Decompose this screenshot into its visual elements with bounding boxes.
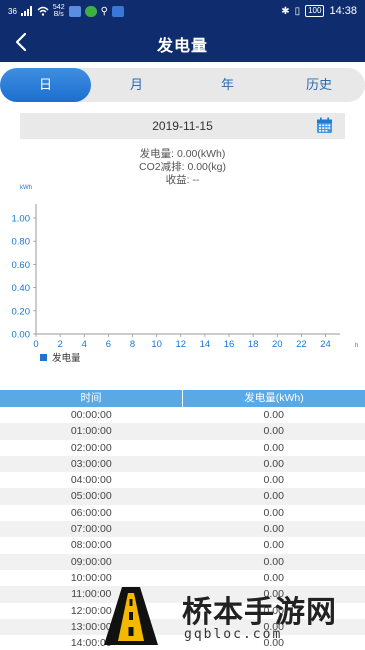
cell-time: 05:00:00: [70, 490, 112, 503]
table-row: 10:00:00 0.00: [0, 569, 365, 587]
signal-icon: [20, 6, 32, 16]
app-notification-icon: [68, 5, 81, 17]
x-tick-label: 24: [320, 339, 331, 350]
cell-power: 0.00: [263, 490, 284, 503]
tab-history[interactable]: 历史: [273, 68, 365, 102]
date-value: 2019-11-15: [152, 119, 213, 133]
table-row: 09:00:00 0.00: [0, 553, 365, 570]
header-power: 发电量(kWh): [244, 392, 304, 404]
page-title: 发电量: [156, 38, 208, 55]
cell-power: 0.00: [263, 441, 284, 454]
header-time: 时间: [0, 390, 183, 407]
x-axis-unit: h: [355, 343, 358, 349]
cell-power: 0.00: [263, 506, 284, 519]
x-tick-label: 2: [57, 339, 62, 350]
x-tick-label: 12: [175, 339, 186, 350]
x-tick-label: 0: [33, 339, 38, 350]
title-bar: 发电量: [0, 22, 365, 62]
cell-time: 06:00:00: [70, 506, 112, 519]
watermark-title: 桥本手游网: [182, 595, 337, 630]
power-chart: kWh0.000.200.400.600.801.000 2 4 6 8 10 12 14 16…: [12, 185, 359, 364]
wechat-icon: [84, 5, 97, 17]
battery-indicator: 100: [305, 5, 325, 17]
calendar-icon[interactable]: [316, 117, 333, 134]
cell-power: 0.00: [263, 409, 284, 421]
date-picker[interactable]: 2019-11-15: [20, 113, 345, 139]
wifi-icon: [37, 6, 49, 16]
cell-time: 01:00:00: [70, 425, 112, 438]
net-speed-value: 542: [52, 4, 65, 11]
signal-strength: 36: [8, 6, 17, 16]
clock: 14:38: [329, 5, 357, 17]
y-tick-label: 0.80: [12, 237, 31, 248]
cell-time: 08:00:00: [70, 539, 112, 552]
cell-time: 00:00:00: [70, 409, 112, 421]
y-tick-label: 0.40: [12, 283, 31, 294]
status-bar: 36 542 B/s ⚲ ✱ ▯ 100 14:38: [0, 0, 365, 22]
usb-icon: ⚲: [100, 5, 108, 17]
x-tick-label: 14: [200, 339, 211, 350]
x-tick-label: 4: [82, 339, 87, 350]
tab-month[interactable]: 月: [91, 68, 182, 102]
y-tick-label: 0.20: [12, 306, 31, 317]
tab-year[interactable]: 年: [182, 68, 273, 102]
cell-power: 0.00: [263, 523, 284, 536]
table-row: 06:00:00 0.00: [0, 504, 365, 522]
table-row: 02:00:00 0.00: [0, 439, 365, 456]
table-row: 00:00:00 0.00: [0, 407, 365, 424]
x-tick-label: 18: [248, 339, 259, 350]
table-header: 时间 发电量(kWh): [0, 390, 365, 407]
x-tick-label: 8: [130, 339, 135, 350]
cell-time: 09:00:00: [70, 555, 112, 568]
cell-power: 0.00: [263, 474, 284, 487]
x-tick-label: 16: [224, 339, 235, 350]
vibrate-icon: ▯: [294, 5, 301, 17]
cell-power: 0.00: [263, 555, 284, 568]
net-speed-unit: B/s: [53, 11, 64, 18]
table-row: 05:00:00 0.00: [0, 488, 365, 505]
cell-time: 07:00:00: [70, 523, 112, 536]
cell-power: 0.00: [263, 539, 284, 552]
table-row: 01:00:00 0.00: [0, 423, 365, 440]
table-row: 07:00:00 0.00: [0, 521, 365, 538]
y-tick-label: 1.00: [12, 214, 31, 225]
cell-power: 0.00: [263, 457, 284, 470]
x-tick-label: 6: [106, 339, 111, 350]
net-speed: 542 B/s: [53, 4, 65, 18]
cell-time: 02:00:00: [70, 441, 112, 454]
legend-swatch: [40, 354, 47, 361]
watermark-logo: [104, 587, 158, 645]
legend-label: 发电量: [52, 352, 81, 364]
message-icon: [111, 5, 124, 17]
table-row: 03:00:00 0.00: [0, 455, 365, 473]
y-tick-label: 0.60: [12, 260, 31, 271]
x-tick-label: 22: [296, 339, 307, 350]
watermark-url: gqbloc.com: [184, 627, 283, 642]
x-tick-label: 20: [272, 339, 283, 350]
y-axis-unit: kWh: [20, 185, 32, 191]
table-row: 08:00:00 0.00: [0, 537, 365, 554]
period-tabs: 日 月 年 历史: [0, 68, 365, 102]
y-tick-label: 0.00: [12, 330, 31, 341]
cell-time: 04:00:00: [70, 474, 112, 487]
x-tick-label: 10: [151, 339, 162, 350]
watermark: 桥本手游网 gqbloc.com: [100, 585, 365, 650]
bluetooth-icon: ✱: [281, 5, 290, 17]
cell-power: 0.00: [263, 571, 284, 584]
cell-time: 03:00:00: [70, 457, 112, 470]
cell-time: 10:00:00: [70, 571, 112, 584]
cell-power: 0.00: [263, 425, 284, 438]
table-row: 04:00:00 0.00: [0, 472, 365, 489]
tab-day[interactable]: 日: [0, 68, 91, 102]
